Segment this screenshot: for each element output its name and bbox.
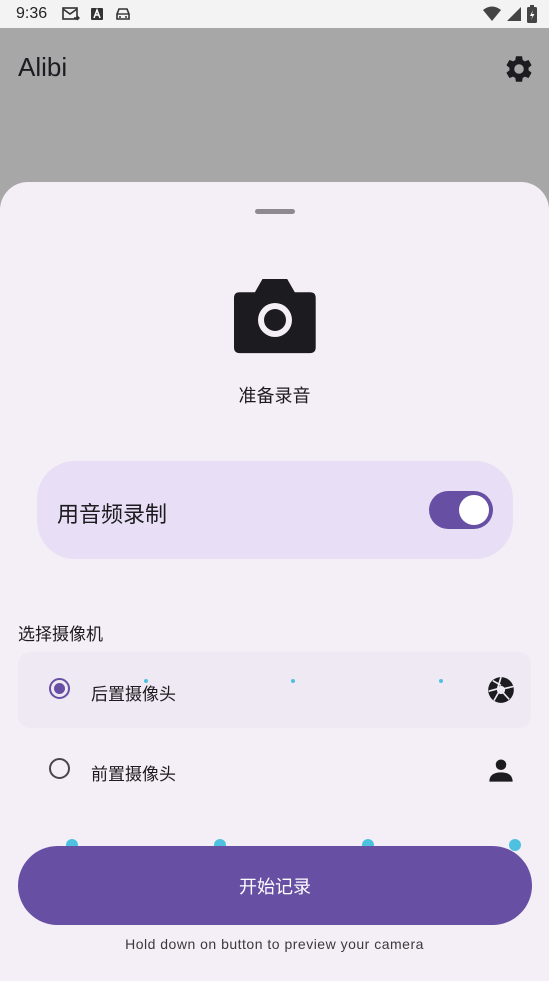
wifi-icon — [483, 6, 501, 21]
recording-status-label: 准备录音 — [238, 386, 311, 406]
app-title: Alibi — [18, 52, 68, 82]
camera-option-label: 后置摄像头 — [91, 685, 176, 704]
audio-toggle-card[interactable]: 用音频录制 — [37, 461, 513, 559]
camera-option-back[interactable]: 后置摄像头 — [18, 652, 531, 728]
camera-option-label: 前置摄像头 — [91, 765, 176, 784]
audio-toggle-label: 用音频录制 — [57, 502, 168, 527]
touch-indicator-dot — [291, 679, 295, 683]
preview-hint: Hold down on button to preview your came… — [125, 936, 424, 952]
notification-icons — [62, 6, 132, 22]
audio-switch[interactable] — [429, 491, 493, 529]
system-icons — [483, 5, 537, 23]
mail-forward-icon — [62, 7, 80, 21]
person-icon — [489, 759, 513, 782]
radio-button-back[interactable] — [49, 678, 70, 699]
radio-button-front[interactable] — [49, 758, 70, 779]
gear-icon[interactable] — [503, 53, 535, 85]
status-time: 9:36 — [16, 5, 48, 22]
touch-indicator-dot — [144, 679, 148, 683]
camera-section-title: 选择摄像机 — [18, 625, 103, 644]
camera-shutter-icon — [488, 676, 514, 703]
start-recording-button[interactable]: 开始记录 — [18, 846, 532, 925]
app-bar: Alibi — [0, 28, 549, 182]
audio-switch-knob — [459, 495, 489, 525]
font-a-icon — [91, 7, 103, 20]
touch-indicator-dot — [439, 679, 443, 683]
camera-icon — [234, 279, 316, 354]
battery-icon — [527, 5, 537, 23]
camera-option-front[interactable]: 前置摄像头 — [18, 732, 531, 808]
bottom-sheet: 准备录音 用音频录制 选择摄像机 后置摄像头 前置摄像头 开始记录 Hold d… — [0, 182, 549, 981]
car-icon — [116, 8, 130, 20]
touch-indicator-dot — [509, 839, 521, 851]
signal-icon — [507, 7, 521, 21]
drag-handle[interactable] — [255, 209, 295, 214]
status-bar: 9:36 — [0, 0, 549, 28]
